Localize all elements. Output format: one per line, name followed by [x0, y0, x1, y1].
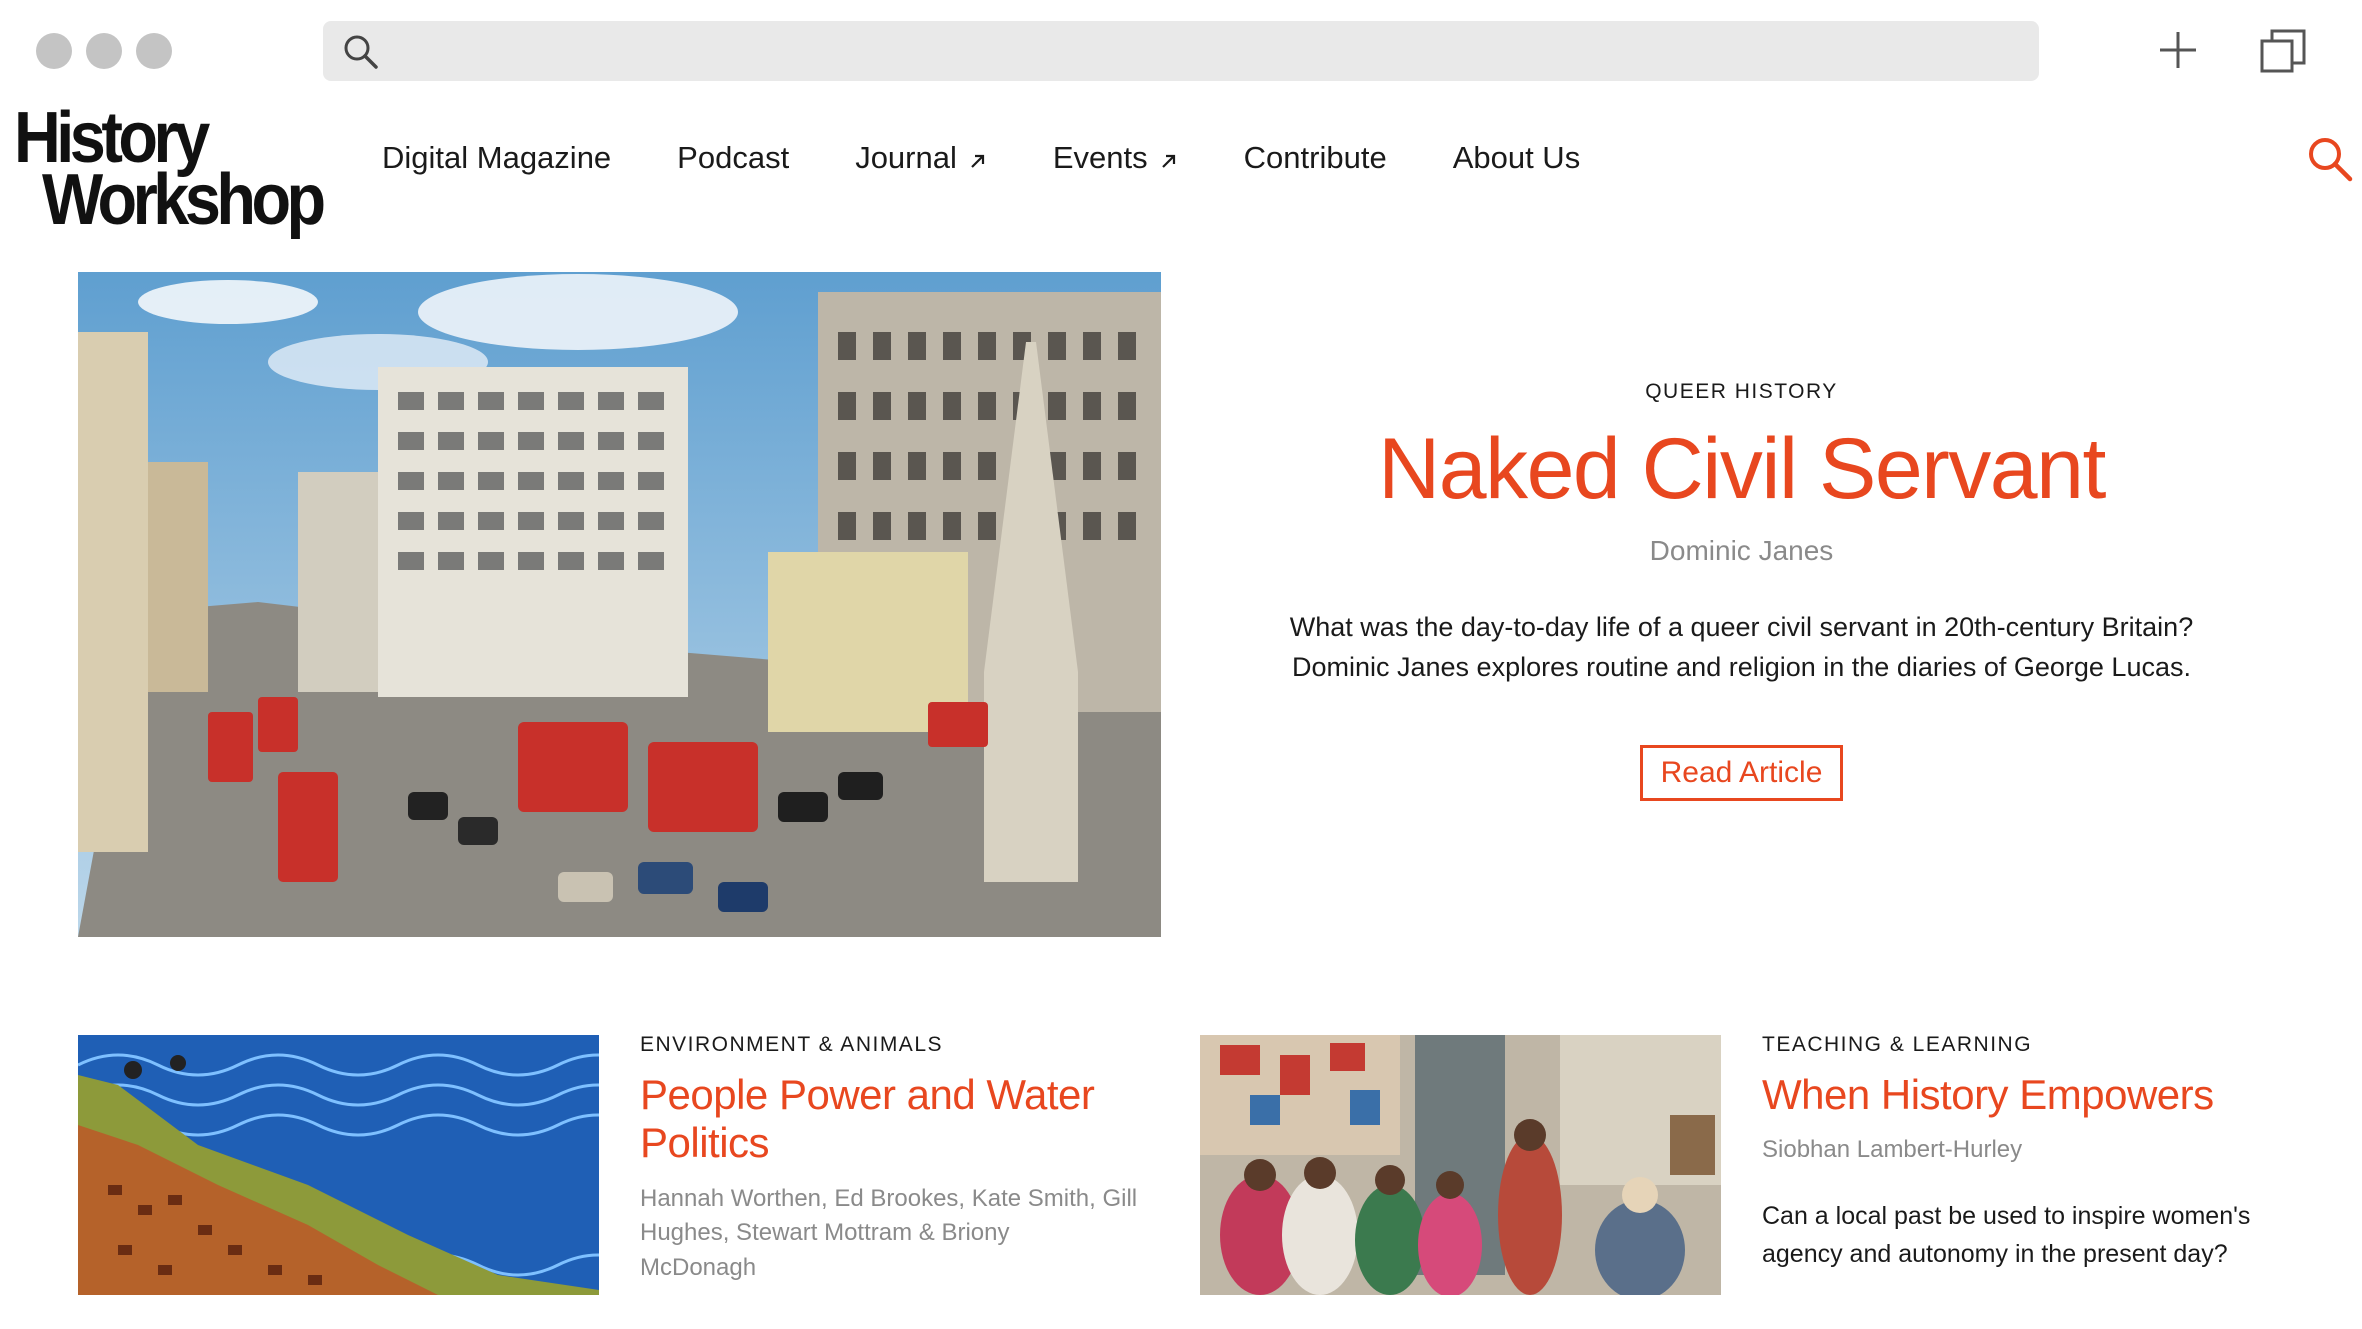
water-illustration	[78, 1035, 599, 1295]
card-authors-line-1: Hannah Worthen, Ed Brookes, Kate Smith, …	[640, 1184, 1138, 1212]
card-authors-line-2: Hughes, Stewart Mottram & Briony	[640, 1219, 1010, 1247]
search-icon	[344, 35, 378, 69]
card-description-line-2: agency and autonomy in the present day?	[1762, 1239, 2228, 1268]
card-image-water[interactable]	[78, 1035, 599, 1295]
nav-contribute[interactable]: Contribute	[1244, 140, 1387, 176]
card-category[interactable]: ENVIRONMENT & ANIMALS	[640, 1033, 1180, 1057]
card-author[interactable]: Siobhan Lambert-Hurley	[1762, 1133, 2322, 1168]
search-icon[interactable]	[2306, 135, 2354, 183]
card-title-line-2: Politics	[640, 1119, 770, 1167]
hero-article: QUEER HISTORY Naked Civil Servant Domini…	[1240, 380, 2243, 801]
card-description-line-1: Can a local past be used to inspire wome…	[1762, 1202, 2251, 1231]
maximize-window-button[interactable]	[136, 33, 172, 69]
nav-label: Digital Magazine	[382, 140, 612, 175]
nav-label: Contribute	[1243, 140, 1387, 175]
hero-category[interactable]: QUEER HISTORY	[1240, 380, 2243, 404]
hero-author[interactable]: Dominic Janes	[1240, 535, 2243, 567]
logo-line-2: Workshop	[42, 160, 326, 240]
plus-icon[interactable]	[2155, 27, 2201, 73]
hero-description: What was the day-to-day life of a queer …	[1240, 607, 2243, 688]
nav-label: Journal	[855, 140, 957, 175]
card-history-empowers: TEACHING & LEARNING When History Empower…	[1762, 1033, 2322, 1273]
nav-podcast[interactable]: Podcast	[677, 140, 789, 176]
external-link-arrow-icon	[971, 154, 984, 168]
tabs-icon[interactable]	[2258, 27, 2308, 77]
nav-label: Podcast	[677, 140, 790, 175]
card-title[interactable]: When History Empowers	[1762, 1071, 2322, 1119]
read-article-button[interactable]: Read Article	[1639, 744, 1844, 801]
card-category[interactable]: TEACHING & LEARNING	[1762, 1033, 2322, 1057]
external-link-arrow-icon	[1161, 154, 1175, 168]
street-scene-illustration	[78, 272, 1161, 937]
hero-description-line-1: What was the day-to-day life of a queer …	[1289, 611, 2194, 642]
hero-description-line-2: Dominic Janes explores routine and relig…	[1291, 652, 2191, 683]
nav-journal[interactable]: Journal	[855, 140, 987, 176]
nav-events[interactable]: Events	[1053, 140, 1178, 176]
card-description: Can a local past be used to inspire wome…	[1762, 1198, 2322, 1273]
card-water-politics: ENVIRONMENT & ANIMALS People Power and W…	[640, 1033, 1180, 1286]
minimize-window-button[interactable]	[86, 33, 122, 69]
card-title-line-1: People Power and Water	[640, 1071, 1095, 1118]
classroom-photo	[1200, 1035, 1721, 1295]
hero-title[interactable]: Naked Civil Servant	[1240, 422, 2243, 517]
card-authors: Hannah Worthen, Ed Brookes, Kate Smith, …	[640, 1182, 1180, 1286]
nav-digital-magazine[interactable]: Digital Magazine	[382, 140, 611, 176]
card-title[interactable]: People Power and Water Politics	[640, 1071, 1180, 1168]
nav-label: About Us	[1452, 140, 1581, 175]
window-controls	[36, 33, 172, 69]
card-image-classroom[interactable]	[1200, 1035, 1721, 1295]
card-authors-line-3: McDonagh	[640, 1254, 757, 1282]
site-logo[interactable]: History Workshop	[14, 98, 326, 248]
hero-image[interactable]	[78, 272, 1161, 937]
address-bar[interactable]	[323, 21, 2039, 81]
nav-about-us[interactable]: About Us	[1453, 140, 1581, 176]
nav-label: Events	[1052, 140, 1148, 175]
main-nav: Digital Magazine Podcast Journal Events …	[382, 140, 1646, 176]
close-window-button[interactable]	[36, 33, 72, 69]
